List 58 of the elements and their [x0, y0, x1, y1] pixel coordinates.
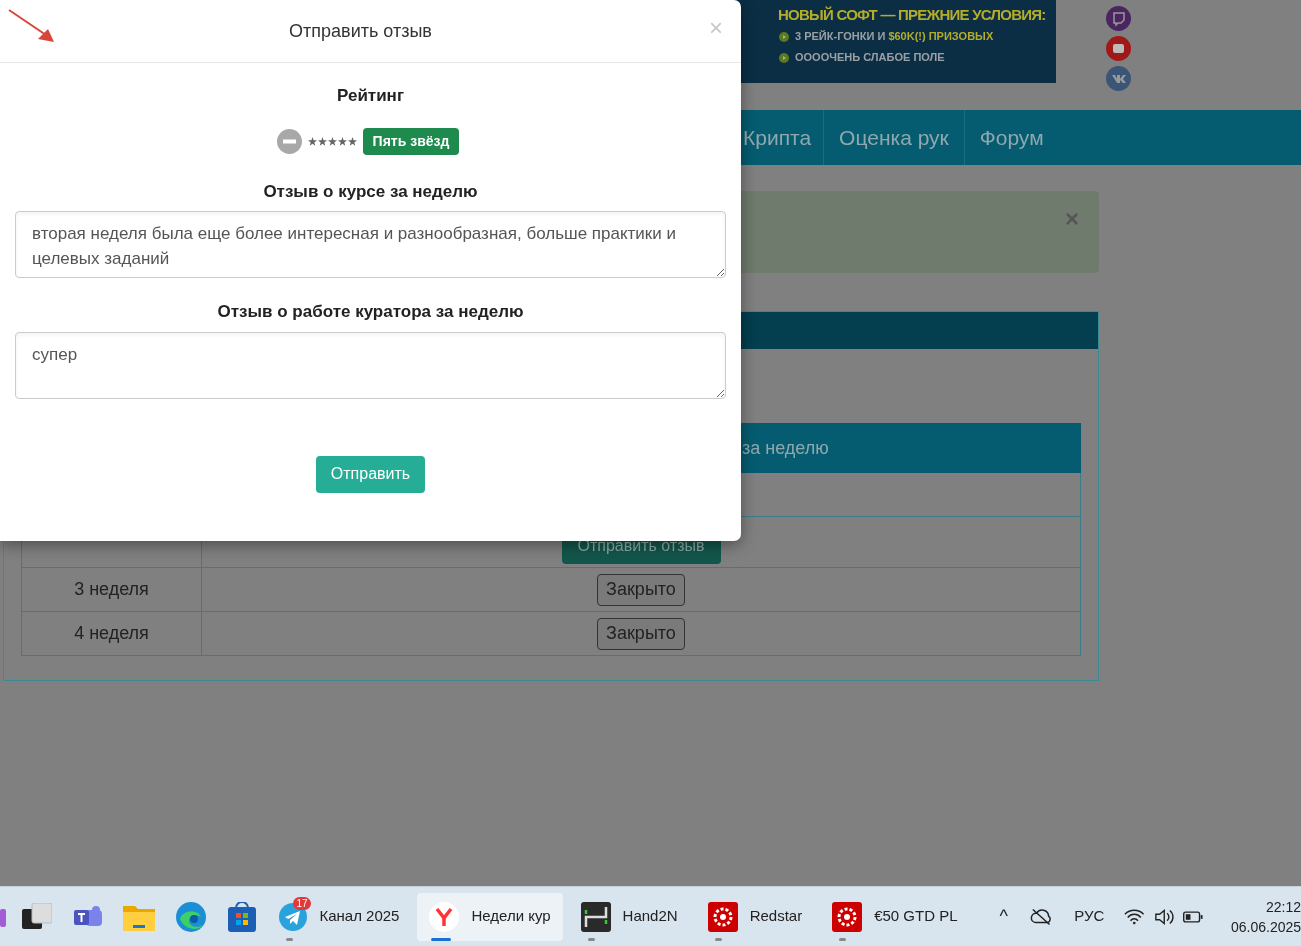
closed-button[interactable]: Закрыто: [597, 617, 685, 650]
show-hidden-icons-button[interactable]: ^: [999, 903, 1008, 930]
feedback-field[interactable]: вторая неделя была еще более интересная и разнообразная, больше практики и целевых заданий: [15, 211, 726, 278]
running-indicator: [714, 937, 722, 941]
poker-icon[interactable]: [832, 901, 863, 932]
star-icon[interactable]: [307, 136, 317, 146]
taskbar-item[interactable]: Redstar: [695, 892, 815, 941]
star-icon[interactable]: [327, 136, 337, 146]
taskbar-item[interactable]: Hand2N: [568, 892, 690, 941]
running-indicator: [286, 937, 294, 941]
running-indicator: [431, 937, 452, 941]
taskbar-item[interactable]: 17 Канал 2025: [267, 892, 412, 941]
clock[interactable]: 22:12 06.06.2025: [1230, 896, 1301, 937]
field-label: Отзыв о работе куратора за неделю: [217, 301, 524, 323]
rating-label: Рейтинг: [337, 85, 404, 107]
arrow-icon: [8, 9, 55, 43]
star-icon[interactable]: [317, 136, 327, 146]
taskbar-label: Redstar: [749, 906, 803, 927]
play-icon: [779, 31, 789, 42]
running-indicator: [839, 937, 847, 941]
modal-title: Отправить отзыв: [289, 19, 432, 43]
week-cell-text: 4 неделя: [74, 622, 149, 645]
browser-icon[interactable]: [429, 901, 460, 932]
taskbar-label: Недели кур: [471, 906, 551, 927]
time-text: 22:12: [1266, 897, 1301, 917]
volume-icon[interactable]: [1153, 907, 1175, 926]
banner-text: 3 РЕЙК-ГОНКИ И $60K(!) ПРИЗОВЫХ: [795, 29, 994, 45]
taskbar-label: Hand2N: [622, 906, 678, 927]
star-icon[interactable]: [337, 136, 347, 146]
twitch-icon[interactable]: [1106, 6, 1131, 31]
windows-icon[interactable]: [21, 902, 52, 931]
taskbar-item[interactable]: €50 GTD PL: [820, 892, 970, 941]
poker-icon[interactable]: [707, 901, 738, 932]
vk-icon[interactable]: [1106, 66, 1131, 91]
taskbar-label: Канал 2025: [319, 906, 400, 927]
banner-headline: НОВЫЙ СОФТ — ПРЕЖНИЕ УСЛОВИЯ:: [778, 5, 1047, 25]
running-indicator: [587, 937, 595, 941]
rating-badge: Пять звёзд: [362, 127, 460, 155]
play-icon: [779, 52, 789, 63]
video-icon[interactable]: [1106, 36, 1131, 61]
wifi-icon[interactable]: [1124, 908, 1145, 925]
date-text: 06.06.2025: [1230, 917, 1301, 937]
app-icon[interactable]: [580, 901, 611, 932]
battery-icon[interactable]: [1183, 910, 1203, 923]
week-cell-text: 3 неделя: [74, 578, 149, 601]
store-icon[interactable]: [227, 901, 256, 932]
cloud-off-icon[interactable]: [1030, 907, 1053, 926]
notification-badge: 17: [293, 896, 311, 910]
closed-button[interactable]: Закрыто: [597, 573, 685, 606]
taskbar-label: €50 GTD PL: [874, 906, 958, 927]
feedback-field[interactable]: супер: [15, 331, 726, 399]
banner-text: ОООOЧЕНЬ СЛАБОЕ ПОЛЕ: [795, 50, 945, 66]
browser-icon[interactable]: [175, 901, 206, 932]
language-indicator[interactable]: РУС: [1074, 905, 1105, 928]
taskbar-item[interactable]: Недели кур: [417, 892, 563, 941]
star-icon[interactable]: [347, 136, 357, 146]
field-label: Отзыв о курсе за неделю: [263, 180, 478, 203]
column-header: за неделю: [742, 436, 829, 460]
